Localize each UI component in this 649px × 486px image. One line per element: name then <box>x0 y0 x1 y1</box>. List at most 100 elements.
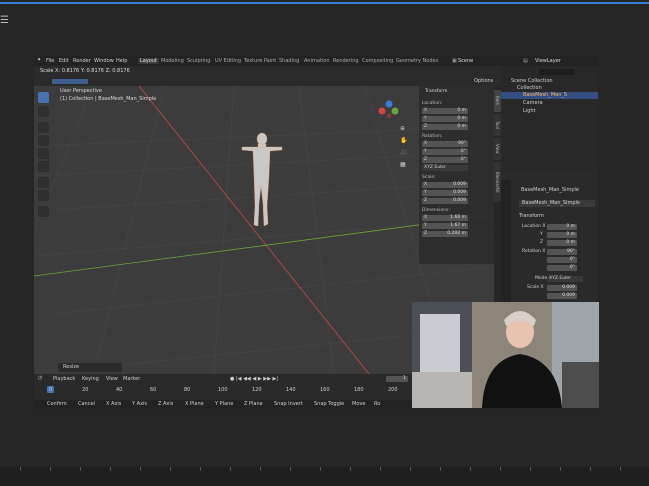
transform-orientation-icons[interactable] <box>52 79 88 84</box>
scale-x-label: Scale X <box>527 285 544 290</box>
scale-y-field[interactable]: Y 0.009 <box>422 190 468 196</box>
props-rotation-mode[interactable]: XYZ Euler <box>547 276 583 282</box>
options-button[interactable]: Options <box>474 79 493 84</box>
rotation-label: Rotation: <box>422 134 443 139</box>
outliner-item-light[interactable]: Light <box>523 109 535 114</box>
menu-render[interactable]: Render <box>73 58 91 64</box>
npanel-transform-heading: Transform <box>425 89 448 94</box>
add-cube-tool-icon[interactable] <box>38 206 49 217</box>
bottom-scrub-bar[interactable] <box>0 467 649 486</box>
tab-shading[interactable]: Shading <box>279 58 299 64</box>
move-tool-icon[interactable] <box>38 122 49 133</box>
timeline-menu-playback[interactable]: Playback <box>53 377 75 382</box>
location-y-field[interactable]: Y0 m <box>422 116 468 122</box>
tab-view[interactable]: View <box>494 138 501 160</box>
navigation-gizmo <box>378 100 399 119</box>
viewport-collection-label: (1) Collection | BaseMesh_Man_Simple <box>60 96 157 102</box>
zoom-icon[interactable]: ⊕ <box>400 126 405 132</box>
tab-rendering[interactable]: Rendering <box>333 58 359 64</box>
toolbar <box>36 88 50 228</box>
operator-panel[interactable]: Resize <box>58 363 122 372</box>
timeline-menu-marker[interactable]: Marker <box>123 377 140 382</box>
menu-file[interactable]: File <box>46 58 54 64</box>
props-location-y[interactable]: 0 m <box>547 232 577 238</box>
scale-readout: Scale X: 0.8176 Y: 0.8176 Z: 0.8176 <box>40 68 130 74</box>
dimensions-label: Dimensions: <box>422 208 450 213</box>
top-bar: ✦ File Edit Render Window Help Layout Mo… <box>34 56 598 66</box>
tab-blenderkit[interactable]: BlenderKit <box>494 162 501 202</box>
props-scale-x[interactable]: 0.009 <box>547 285 577 291</box>
annotate-tool-icon[interactable] <box>38 177 49 188</box>
select-tool-icon[interactable] <box>38 92 49 103</box>
viewlayer-selector[interactable]: ViewLayer <box>535 58 561 64</box>
outliner-item-collection[interactable]: Collection <box>517 86 542 91</box>
scale-tool-icon[interactable] <box>38 148 49 159</box>
status-z-plane: Z Plane <box>244 401 263 407</box>
outliner-item-basemesh[interactable]: BaseMesh_Man_S <box>523 93 567 98</box>
tick-20: 20 <box>82 387 89 393</box>
object-name-field[interactable]: BaseMesh_Man_Simple <box>519 200 595 207</box>
operator-resize-label: Resize <box>63 364 80 370</box>
grid-icon[interactable]: ▦ <box>400 162 406 168</box>
tab-animation[interactable]: Animation <box>304 58 330 64</box>
scene-icon[interactable]: ▣ <box>452 58 457 64</box>
tick-0: 0 <box>49 387 53 393</box>
location-x-field[interactable]: X0 m <box>422 108 468 114</box>
menu-edit[interactable]: Edit <box>59 58 69 64</box>
blender-logo-icon[interactable]: ✦ <box>37 58 41 63</box>
tab-modeling[interactable]: Modeling <box>161 58 184 64</box>
pan-icon[interactable]: ✋ <box>400 138 407 144</box>
tab-layout[interactable]: Layout <box>138 58 159 64</box>
sidebar-n-panel: Transform Location: X0 m Y0 m Z0 m Rotat… <box>419 86 494 264</box>
outliner-item-camera[interactable]: Camera <box>523 101 543 106</box>
playback-controls[interactable]: ● |◀ ◀◀ ◀ ▶ ▶▶ ▶| <box>230 377 278 382</box>
tab-geometry-nodes[interactable]: Geometry Nodes <box>396 58 438 64</box>
props-rotation-x[interactable]: 90° <box>547 249 577 255</box>
rotation-x-label: Rotation X <box>522 249 546 254</box>
rotation-z-field[interactable]: Z 0° <box>422 157 468 163</box>
dimension-x-field[interactable]: X 1.66 m <box>422 215 468 221</box>
tab-item[interactable]: Item <box>494 90 501 112</box>
props-rotation-y[interactable]: 0° <box>547 257 577 263</box>
location-x-label: Location X <box>522 224 546 229</box>
status-move: Move <box>352 401 366 407</box>
scale-x-field[interactable]: X 0.009 <box>422 182 468 188</box>
rotation-x-field[interactable]: X 90° <box>422 141 468 147</box>
tab-texture-paint[interactable]: Texture Paint <box>244 58 276 64</box>
props-location-z[interactable]: 0 m <box>547 240 577 246</box>
dimension-y-field[interactable]: Y 1.67 m <box>422 223 468 229</box>
timeline-editor-icon[interactable]: ◷ <box>38 376 42 381</box>
measure-tool-icon[interactable] <box>38 190 49 201</box>
outliner: Scene Collection Collection BaseMesh_Man… <box>501 66 598 170</box>
status-x-axis: X Axis <box>106 401 122 407</box>
location-z-field[interactable]: Z0 m <box>422 124 468 130</box>
tab-compositing[interactable]: Compositing <box>362 58 393 64</box>
transform-tool-icon[interactable] <box>38 161 49 172</box>
cursor-tool-icon[interactable] <box>38 106 49 117</box>
timeline-menu-keying[interactable]: Keying <box>82 377 99 382</box>
tab-tool[interactable]: Tool <box>494 114 501 136</box>
viewlayer-icon[interactable]: ▤ <box>523 58 528 64</box>
hamburger-icon[interactable]: ☰ <box>0 15 9 26</box>
timeline-menu-view[interactable]: View <box>106 377 118 382</box>
tick-40: 40 <box>116 387 123 393</box>
scale-z-field[interactable]: Z 0.009 <box>422 198 468 204</box>
rotate-tool-icon[interactable] <box>38 135 49 146</box>
dimension-z-field[interactable]: Z 0.292 m <box>422 231 468 237</box>
props-scale-y[interactable]: 0.009 <box>547 293 577 299</box>
viewport-header: Scale X: 0.8176 Y: 0.8176 Z: 0.8176 Opti… <box>34 66 501 86</box>
menu-window[interactable]: Window <box>94 58 114 64</box>
outliner-search-input[interactable] <box>539 69 575 75</box>
rotation-mode-select[interactable]: XYZ Euler <box>422 165 468 171</box>
props-rotation-z[interactable]: 0° <box>547 265 577 271</box>
props-location-x[interactable]: 0 m <box>547 224 577 230</box>
rotation-y-field[interactable]: Y 0° <box>422 149 468 155</box>
viewport-perspective-label: User Perspective <box>60 88 102 94</box>
current-frame-field[interactable]: 1 <box>386 376 408 382</box>
tab-sculpting[interactable]: Sculpting <box>187 58 210 64</box>
menu-help[interactable]: Help <box>116 58 127 64</box>
scene-selector[interactable]: Scene <box>458 58 473 64</box>
camera-view-icon[interactable]: 🎥 <box>400 150 407 156</box>
tab-uv-editing[interactable]: UV Editing <box>215 58 241 64</box>
scale-label: Scale: <box>422 175 436 180</box>
